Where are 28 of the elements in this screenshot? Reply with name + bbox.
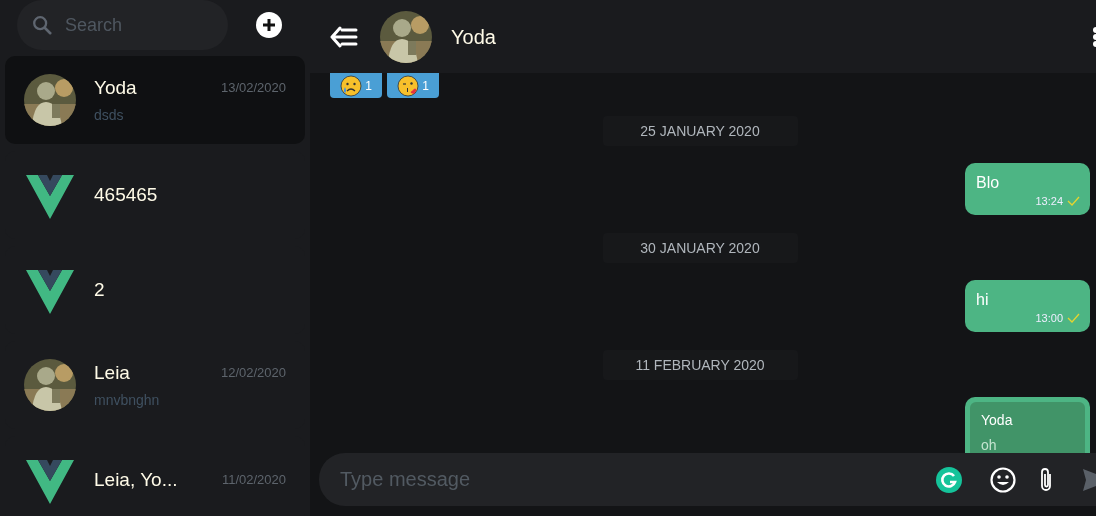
room-date: 13/02/2020 [220, 79, 286, 98]
quoted-author: Yoda [981, 411, 1014, 430]
search-icon [31, 14, 53, 36]
add-button[interactable] [256, 12, 282, 38]
room-name: 2 [94, 277, 105, 302]
crying-face-icon [340, 74, 363, 97]
message-time: 13:00 [1035, 311, 1063, 326]
room-date: 12/02/2020 [220, 364, 286, 383]
last-message: dsds [94, 106, 125, 126]
room-date: 11/02/2020 [221, 471, 286, 490]
room-name: Leia [94, 360, 130, 385]
contact-name: Yoda [451, 24, 496, 50]
message-time: 13:24 [1035, 194, 1063, 209]
search-field[interactable]: Search [17, 0, 228, 50]
room-name: Leia, Yo... [94, 467, 178, 492]
attachment-icon[interactable] [1038, 465, 1054, 494]
last-message: mnvbnghn [94, 391, 161, 411]
plus-icon [262, 18, 276, 32]
room-name: 465465 [94, 182, 158, 207]
message-text: hi [976, 290, 990, 310]
emoji-icon[interactable] [990, 466, 1016, 493]
chat-room[interactable]: Yoda 13/02/2020 dsds [5, 56, 305, 144]
kiss-face-icon [397, 74, 420, 97]
message-input[interactable]: Type message [319, 453, 1096, 506]
quoted-text: oh [981, 436, 998, 453]
back-icon[interactable] [330, 25, 358, 48]
room-name: Yoda [94, 75, 137, 100]
message-text: Blo [976, 173, 1001, 193]
